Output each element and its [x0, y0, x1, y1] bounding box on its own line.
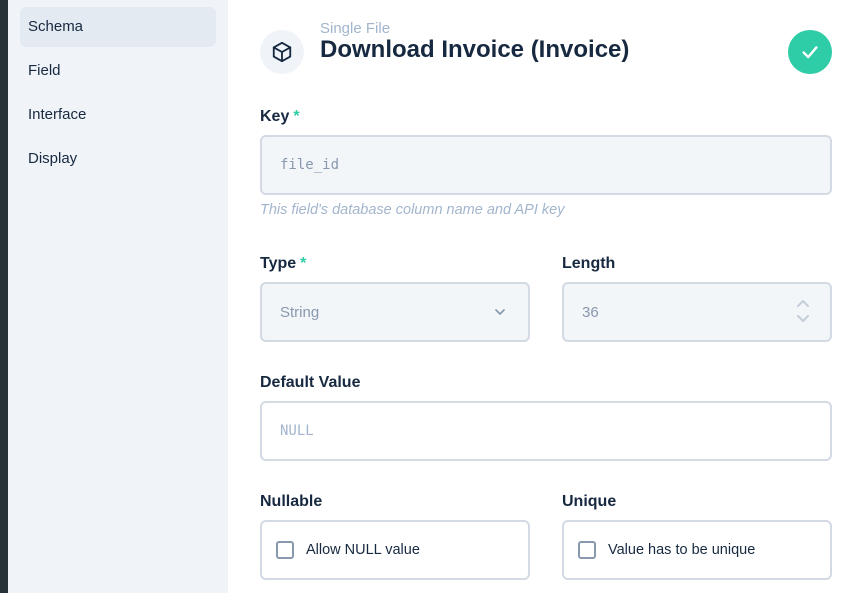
key-label: Key *	[260, 108, 300, 126]
chevron-up-icon[interactable]	[796, 298, 810, 308]
sidebar-item-interface[interactable]: Interface	[20, 95, 216, 135]
page-title: Download Invoice (Invoice)	[320, 36, 630, 63]
box-icon	[272, 41, 292, 63]
type-label-text: Type	[260, 255, 297, 272]
nullable-checkbox-label: Allow NULL value	[306, 542, 420, 558]
save-button[interactable]	[788, 30, 832, 74]
required-marker: *	[300, 255, 307, 272]
sidebar-item-schema[interactable]: Schema	[20, 7, 216, 47]
length-input[interactable]: 36	[562, 282, 832, 342]
check-icon	[802, 46, 818, 59]
stepper-icon[interactable]	[796, 298, 810, 324]
page-subtitle: Single File	[320, 20, 391, 37]
type-value: String	[280, 303, 320, 321]
header-icon	[260, 30, 304, 74]
unique-label: Unique	[562, 493, 617, 510]
app-edge-strip	[0, 0, 8, 593]
length-label: Length	[562, 255, 616, 272]
sidebar: Schema Field Interface Display	[8, 0, 228, 593]
chevron-down-icon[interactable]	[796, 314, 810, 324]
type-select[interactable]: String	[260, 282, 530, 342]
key-note: This field's database column name and AP…	[260, 202, 565, 218]
unique-checkbox[interactable]: Value has to be unique	[562, 520, 832, 580]
key-value: file_id	[280, 157, 340, 173]
checkbox-icon[interactable]	[578, 541, 596, 559]
default-value-label: Default Value	[260, 374, 361, 391]
chevron-down-icon	[495, 309, 505, 315]
key-input[interactable]: file_id	[260, 135, 832, 195]
key-label-text: Key	[260, 108, 290, 125]
sidebar-item-field[interactable]: Field	[20, 51, 216, 91]
nullable-checkbox[interactable]: Allow NULL value	[260, 520, 530, 580]
default-value-input[interactable]: NULL	[260, 401, 832, 461]
type-label: Type *	[260, 255, 306, 273]
sidebar-item-display[interactable]: Display	[20, 139, 216, 179]
checkbox-icon[interactable]	[276, 541, 294, 559]
required-marker: *	[293, 108, 300, 125]
default-value-placeholder: NULL	[280, 423, 314, 439]
length-value: 36	[582, 303, 599, 321]
nullable-label: Nullable	[260, 493, 323, 510]
unique-checkbox-label: Value has to be unique	[608, 542, 756, 558]
